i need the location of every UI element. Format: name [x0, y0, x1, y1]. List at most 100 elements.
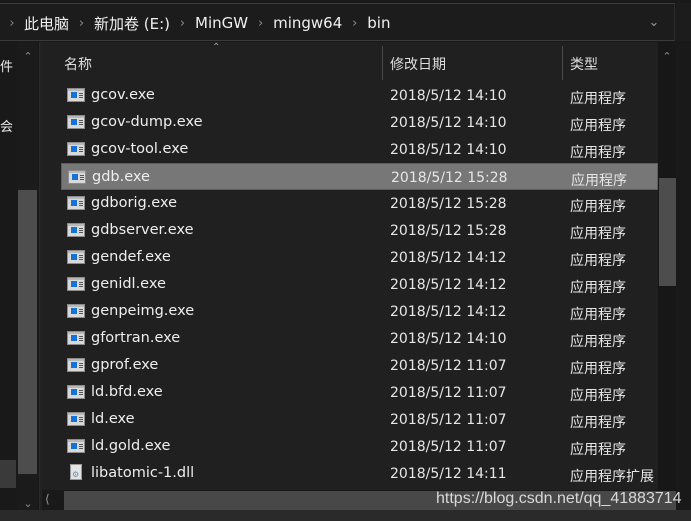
column-divider[interactable] [562, 46, 563, 80]
chevron-right-icon[interactable]: › [248, 16, 273, 31]
file-name: gdborig.exe [91, 195, 178, 211]
file-row[interactable]: gprof.exe 2018/5/12 11:07 应用程序 [61, 352, 658, 379]
file-name: ld.gold.exe [91, 438, 171, 454]
file-date: 2018/5/12 14:10 [390, 331, 507, 347]
file-name: libatomic-1.dll [91, 465, 195, 481]
file-type: 应用程序扩展 [570, 469, 654, 485]
vertical-scrollbar-thumb[interactable] [659, 178, 676, 286]
file-type: 应用程序 [571, 173, 627, 189]
file-name: gdb.exe [92, 169, 150, 185]
file-row[interactable]: gcov-dump.exe 2018/5/12 14:10 应用程序 [61, 109, 658, 136]
chevron-right-icon[interactable]: › [0, 16, 24, 31]
status-bar [0, 510, 691, 521]
file-date: 2018/5/12 14:10 [390, 142, 507, 158]
column-header-name[interactable]: 名称 [64, 54, 92, 74]
file-type: 应用程序 [570, 361, 626, 377]
file-row[interactable]: ld.bfd.exe 2018/5/12 11:07 应用程序 [61, 379, 658, 406]
file-date: 2018/5/12 14:10 [390, 88, 507, 104]
file-name: gendef.exe [91, 249, 171, 265]
file-date: 2018/5/12 15:28 [390, 196, 507, 212]
file-name: gcov-dump.exe [91, 114, 203, 130]
file-date: 2018/5/12 14:12 [390, 277, 507, 293]
file-row[interactable]: ld.gold.exe 2018/5/12 11:07 应用程序 [61, 433, 658, 460]
breadcrumb-mingw[interactable]: MinGW [195, 14, 248, 32]
breadcrumb-drive-e[interactable]: 新加卷 (E:) [94, 13, 170, 34]
file-type: 应用程序 [570, 442, 626, 458]
breadcrumb-bin[interactable]: bin [367, 14, 390, 32]
vertical-scrollbar[interactable]: ⌃ ⌄ [658, 42, 676, 504]
file-type: 应用程序 [570, 226, 626, 242]
nav-item[interactable]: 会 [0, 116, 17, 135]
file-row[interactable]: gendef.exe 2018/5/12 14:12 应用程序 [61, 244, 658, 271]
file-type: 应用程序 [570, 334, 626, 350]
exe-file-icon [67, 358, 85, 372]
column-headers: ⌃ 名称 修改日期 类型 [42, 42, 658, 82]
scroll-down-icon[interactable]: ⌄ [20, 497, 36, 510]
watermark: https://blog.csdn.net/qq_41883714 [436, 490, 682, 507]
file-name: gfortran.exe [91, 330, 181, 346]
file-type: 应用程序 [570, 253, 626, 269]
dll-file-icon: ⚙ [70, 464, 82, 480]
scroll-left-icon[interactable]: ⟨ [45, 492, 50, 506]
chevron-right-icon[interactable]: › [342, 16, 367, 31]
nav-item[interactable]: 件 [0, 56, 17, 75]
file-date: 2018/5/12 11:07 [390, 385, 507, 401]
file-row[interactable]: gdborig.exe 2018/5/12 15:28 应用程序 [61, 190, 658, 217]
file-date: 2018/5/12 11:07 [390, 439, 507, 455]
file-row[interactable]: gcov-tool.exe 2018/5/12 14:10 应用程序 [61, 136, 658, 163]
nav-scrollbar[interactable]: ⌃ ⌄ [18, 42, 38, 521]
column-divider[interactable] [382, 46, 383, 80]
file-row[interactable]: genpeimg.exe 2018/5/12 14:12 应用程序 [61, 298, 658, 325]
file-row[interactable]: genidl.exe 2018/5/12 14:12 应用程序 [61, 271, 658, 298]
file-row[interactable]: gfortran.exe 2018/5/12 14:10 应用程序 [61, 325, 658, 352]
file-row[interactable]: ⚙ libatomic-1.dll 2018/5/12 14:11 应用程序扩展 [61, 460, 658, 487]
file-row[interactable]: gdb.exe 2018/5/12 15:28 应用程序 [61, 163, 658, 190]
exe-file-icon [67, 250, 85, 264]
file-type: 应用程序 [570, 307, 626, 323]
exe-file-icon [67, 88, 85, 102]
file-type: 应用程序 [570, 280, 626, 296]
exe-file-icon [67, 196, 85, 210]
column-header-type[interactable]: 类型 [570, 54, 598, 74]
exe-file-icon [67, 115, 85, 129]
file-list: ⌃ 名称 修改日期 类型 gcov.exe 2018/5/12 14:10 应用程序… [42, 42, 676, 521]
file-type: 应用程序 [570, 91, 626, 107]
exe-file-icon [68, 170, 86, 184]
breadcrumb: › 此电脑 › 新加卷 (E:) › MinGW › mingw64 › bin [0, 4, 390, 42]
file-name: gdbserver.exe [91, 222, 194, 238]
file-name: gcov.exe [91, 87, 155, 103]
file-date: 2018/5/12 14:11 [390, 466, 507, 482]
exe-file-icon [67, 439, 85, 453]
file-type: 应用程序 [570, 145, 626, 161]
file-date: 2018/5/12 15:28 [390, 223, 507, 239]
file-row[interactable]: gdbserver.exe 2018/5/12 15:28 应用程序 [61, 217, 658, 244]
exe-file-icon [67, 277, 85, 291]
refresh-button-edge[interactable] [676, 3, 691, 41]
scroll-up-icon[interactable]: ⌃ [659, 50, 675, 63]
address-bar[interactable]: › 此电脑 › 新加卷 (E:) › MinGW › mingw64 › bin… [0, 3, 675, 41]
nav-item-selected[interactable] [0, 460, 16, 488]
file-date: 2018/5/12 11:07 [390, 358, 507, 374]
column-header-date[interactable]: 修改日期 [390, 54, 446, 74]
file-date: 2018/5/12 15:28 [391, 170, 508, 186]
scroll-up-icon[interactable]: ⌃ [20, 50, 36, 63]
breadcrumb-this-pc[interactable]: 此电脑 [24, 13, 69, 34]
nav-scrollbar-thumb[interactable] [18, 190, 37, 474]
exe-file-icon [67, 412, 85, 426]
exe-file-icon [67, 223, 85, 237]
breadcrumb-mingw64[interactable]: mingw64 [273, 14, 342, 32]
file-name: ld.exe [91, 411, 135, 427]
file-row[interactable]: ld.exe 2018/5/12 11:07 应用程序 [61, 406, 658, 433]
chevron-down-icon[interactable]: ⌄ [644, 13, 664, 33]
file-name: genidl.exe [91, 276, 166, 292]
file-row[interactable]: gcov.exe 2018/5/12 14:10 应用程序 [61, 82, 658, 109]
chevron-right-icon[interactable]: › [170, 16, 195, 31]
sort-ascending-icon: ⌃ [212, 42, 221, 53]
file-name: ld.bfd.exe [91, 384, 163, 400]
chevron-right-icon[interactable]: › [69, 16, 94, 31]
exe-file-icon [67, 331, 85, 345]
navigation-pane: 件 会 ⌃ ⌄ [0, 42, 39, 521]
file-type: 应用程序 [570, 388, 626, 404]
file-name: gcov-tool.exe [91, 141, 189, 157]
file-date: 2018/5/12 11:07 [390, 412, 507, 428]
